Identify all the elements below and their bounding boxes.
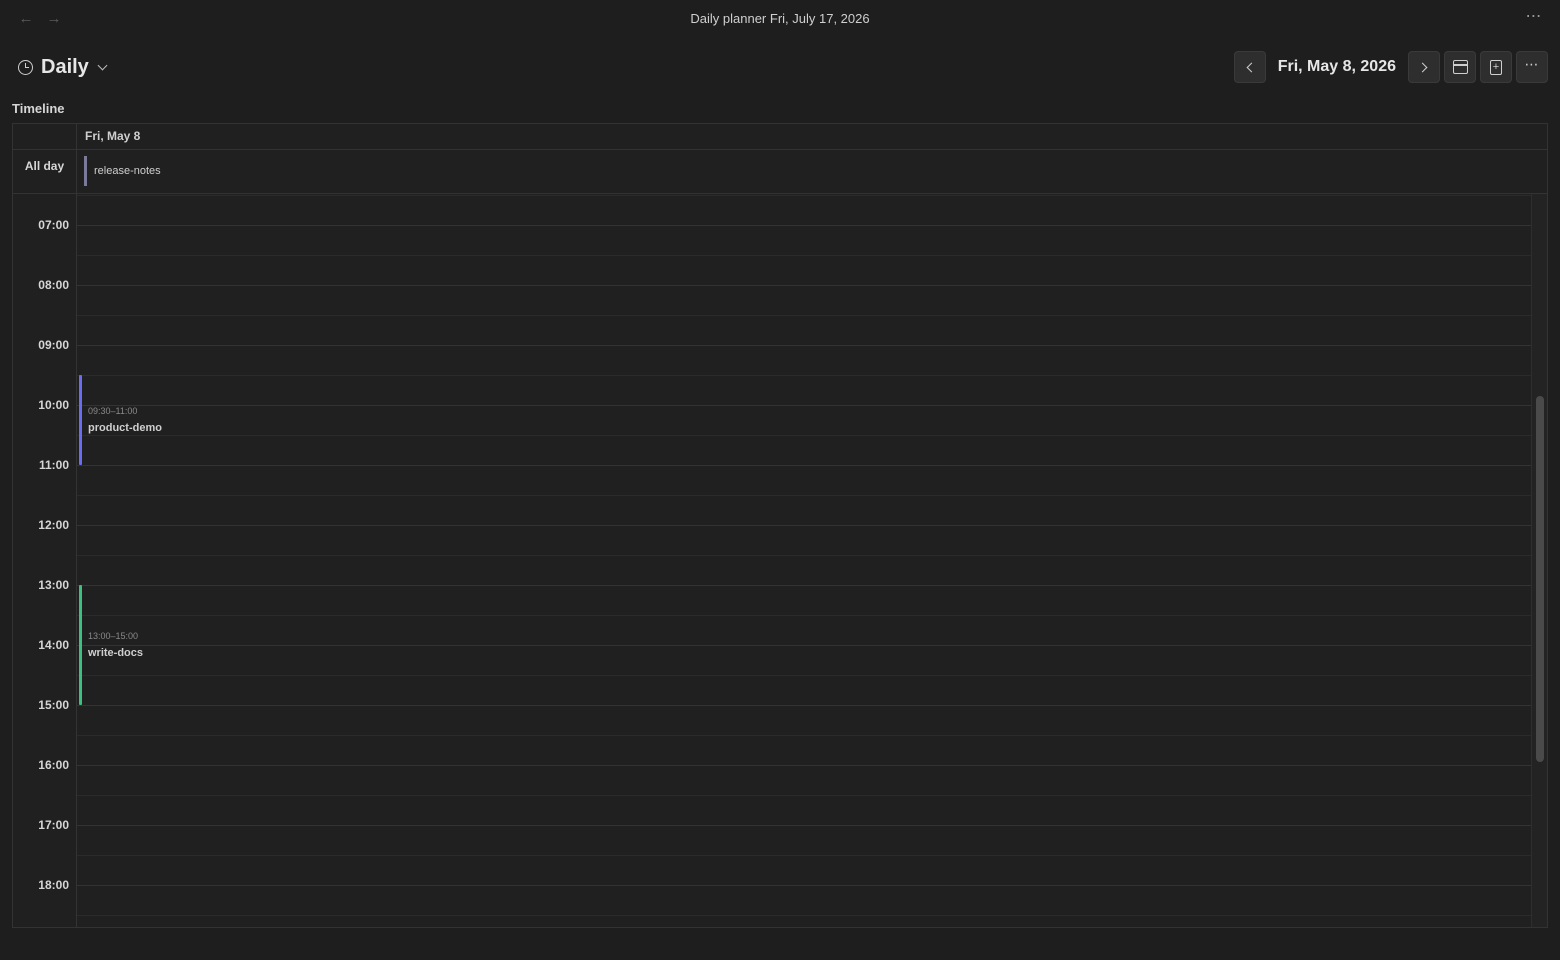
hour-label: 10:00 <box>38 398 69 412</box>
event-color-bar <box>79 585 82 705</box>
timeline-header: Fri, May 8 <box>13 124 1547 150</box>
file-plus-icon <box>1490 59 1502 75</box>
timeline-panel: Fri, May 8 All day release-notes 07:00 08… <box>12 123 1548 928</box>
next-day-button[interactable] <box>1408 51 1440 83</box>
hour-line <box>77 525 1532 526</box>
title-bar: ← → Daily planner Fri, July 17, 2026 ⋯ <box>0 0 1560 38</box>
all-day-row: All day release-notes <box>13 150 1547 194</box>
event-title: product-demo <box>88 422 162 434</box>
hour-line <box>77 345 1532 346</box>
hour-label: 12:00 <box>38 518 69 532</box>
hour-label: 09:00 <box>38 338 69 352</box>
half-hour-line <box>77 915 1532 916</box>
previous-day-button[interactable] <box>1233 51 1266 83</box>
timeline-event[interactable]: 13:00–15:00 write-docs <box>79 585 679 705</box>
half-hour-line <box>77 795 1532 796</box>
event-time: 13:00–15:00 <box>88 631 139 641</box>
half-hour-line <box>77 495 1532 496</box>
time-grid[interactable]: 07:00 08:00 09:00 10:00 11:00 12:00 13:00 14:00… <box>13 194 1532 927</box>
hour-label: 15:00 <box>38 698 69 712</box>
hour-line <box>77 885 1532 886</box>
calendar-button[interactable] <box>1444 51 1476 83</box>
timeline-event[interactable]: 09:30–11:00 product-demo <box>79 375 679 465</box>
hour-label: 07:00 <box>38 218 69 232</box>
hour-line <box>77 285 1532 286</box>
hour-label: 13:00 <box>38 578 69 592</box>
half-hour-line <box>77 735 1532 736</box>
hour-line <box>77 705 1532 706</box>
current-date-label: Fri, May 8, 2026 <box>1277 58 1396 75</box>
date-navigation: Fri, May 8, 2026 ⋯ <box>1233 51 1548 83</box>
hour-line <box>77 765 1532 766</box>
more-options-button[interactable]: ⋯ <box>1516 51 1548 83</box>
clock-icon <box>18 59 33 75</box>
view-switcher[interactable]: Daily <box>18 54 108 80</box>
event-color-bar <box>79 375 82 465</box>
day-column-header: Fri, May 8 <box>85 129 141 143</box>
more-horizontal-icon: ⋯ <box>1524 56 1540 72</box>
new-note-button[interactable] <box>1480 51 1512 83</box>
hour-label: 18:00 <box>38 878 69 892</box>
window-more-button[interactable]: ⋯ <box>1522 9 1546 29</box>
timeline-section-title: Timeline <box>12 101 65 116</box>
scrollbar-thumb[interactable] <box>1536 396 1544 762</box>
hour-label: 08:00 <box>38 278 69 292</box>
view-label: Daily <box>41 55 89 78</box>
timeline-scrollbar[interactable] <box>1531 194 1547 927</box>
all-day-event[interactable]: release-notes <box>84 156 161 186</box>
all-day-label: All day <box>13 150 77 194</box>
half-hour-line <box>77 255 1532 256</box>
more-horizontal-icon: ⋯ <box>1525 8 1543 25</box>
hour-label: 17:00 <box>38 818 69 832</box>
hour-label: 11:00 <box>38 458 69 472</box>
event-title: write-docs <box>88 647 144 659</box>
half-hour-line <box>77 855 1532 856</box>
half-hour-line <box>77 195 1532 196</box>
hour-line <box>77 825 1532 826</box>
half-hour-line <box>77 315 1532 316</box>
event-time: 09:30–11:00 <box>88 406 138 416</box>
calendar-icon <box>1452 60 1468 74</box>
hour-label: 14:00 <box>38 638 69 652</box>
chevron-right-icon <box>1417 62 1428 72</box>
chevron-left-icon <box>1246 62 1257 72</box>
hour-line <box>77 225 1532 226</box>
half-hour-line <box>77 555 1532 556</box>
window-title: Daily planner Fri, July 17, 2026 <box>690 11 870 26</box>
hour-label: 16:00 <box>38 758 69 772</box>
chevron-down-icon <box>97 60 108 70</box>
hour-line <box>77 465 1532 466</box>
